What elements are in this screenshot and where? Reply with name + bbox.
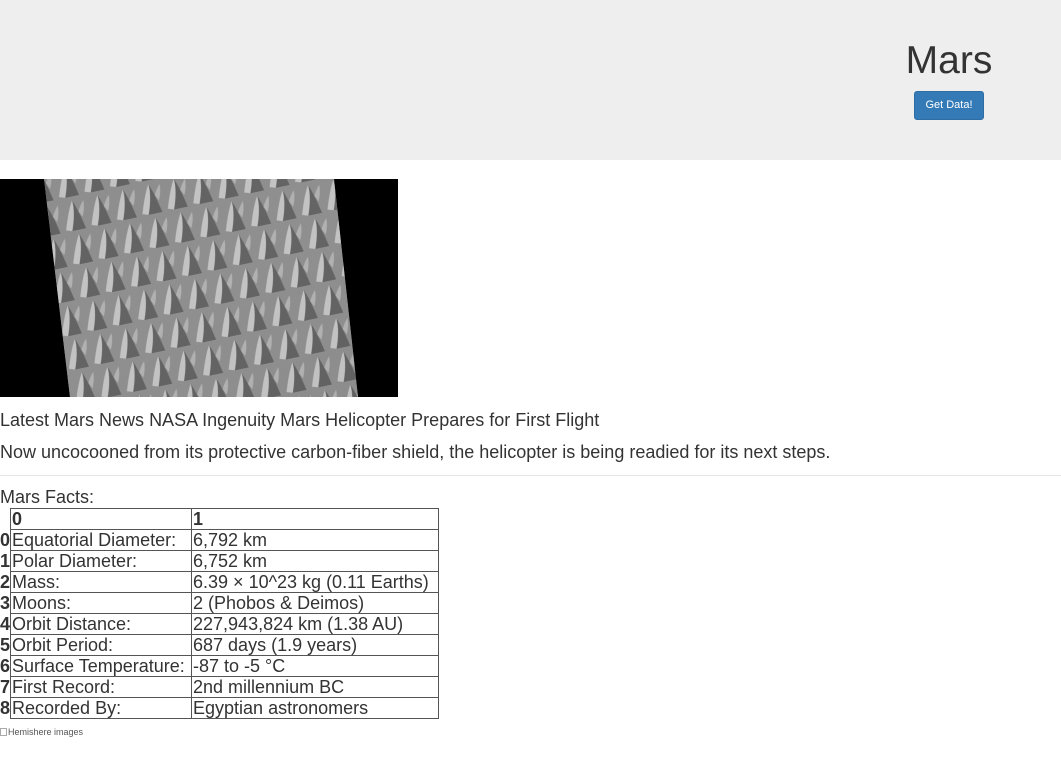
fact-value: 2nd millennium BC	[191, 676, 440, 698]
table-row: 6 Surface Temperature: -87 to -5 °C	[0, 655, 440, 677]
table-row: 7 First Record: 2nd millennium BC	[0, 676, 440, 698]
hemisphere-alt-text: Hemishere images	[8, 727, 84, 737]
news-line: Latest Mars News NASA Ingenuity Mars Hel…	[0, 408, 599, 432]
row-index: 6	[0, 655, 11, 677]
fact-label: Orbit Distance:	[10, 613, 193, 635]
fact-label: First Record:	[10, 676, 193, 698]
hemisphere-images: Hemishere images	[0, 726, 83, 738]
jumbotron-header: Mars Get Data!	[0, 0, 1061, 160]
mars-facts-table: 0 1 0 Equatorial Diameter: 6,792 km 1 Po…	[0, 508, 440, 719]
get-data-button[interactable]: Get Data!	[914, 91, 984, 120]
table-row: 8 Recorded By: Egyptian astronomers	[0, 697, 440, 719]
mars-surface-dunes-image	[0, 179, 398, 397]
fact-value: Egyptian astronomers	[191, 697, 440, 719]
row-index: 8	[0, 697, 11, 719]
row-index: 5	[0, 634, 11, 656]
fact-label: Orbit Period:	[10, 634, 193, 656]
fact-value: 6,752 km	[191, 550, 440, 572]
table-row: 0 Equatorial Diameter: 6,792 km	[0, 529, 440, 551]
index-header-cell	[0, 509, 11, 530]
row-index: 0	[0, 529, 11, 551]
fact-label: Recorded By:	[10, 697, 193, 719]
fact-label: Equatorial Diameter:	[10, 529, 193, 551]
fact-value: 687 days (1.9 years)	[191, 634, 440, 656]
column-header: 1	[191, 508, 440, 530]
news-teaser: Now uncocooned from its protective carbo…	[0, 442, 831, 462]
table-header-row: 0 1	[0, 508, 440, 530]
row-index: 7	[0, 676, 11, 698]
fact-value: -87 to -5 °C	[191, 655, 440, 677]
fact-label: Surface Temperature:	[10, 655, 193, 677]
section-divider	[0, 475, 1061, 476]
page-title: Mars	[905, 39, 993, 82]
featured-mars-image	[0, 179, 398, 397]
row-index: 4	[0, 613, 11, 635]
table-row: 1 Polar Diameter: 6,752 km	[0, 550, 440, 572]
fact-value: 227,943,824 km (1.38 AU)	[191, 613, 440, 635]
fact-label: Polar Diameter:	[10, 550, 193, 572]
row-index: 2	[0, 571, 11, 593]
news-title: NASA Ingenuity Mars Helicopter Prepares …	[149, 410, 600, 430]
row-index: 1	[0, 550, 11, 572]
fact-value: 6,792 km	[191, 529, 440, 551]
fact-label: Moons:	[10, 592, 193, 614]
row-index: 3	[0, 592, 11, 614]
table-row: 5 Orbit Period: 687 days (1.9 years)	[0, 634, 440, 656]
broken-image-icon	[0, 728, 7, 736]
fact-value: 2 (Phobos & Deimos)	[191, 592, 440, 614]
table-row: 3 Moons: 2 (Phobos & Deimos)	[0, 592, 440, 614]
facts-caption: Mars Facts:	[0, 487, 95, 507]
fact-value: 6.39 × 10^23 kg (0.11 Earths)	[191, 571, 440, 593]
fact-label: Mass:	[10, 571, 193, 593]
news-heading: Latest Mars News	[0, 410, 145, 430]
table-row: 2 Mass: 6.39 × 10^23 kg (0.11 Earths)	[0, 571, 440, 593]
table-row: 4 Orbit Distance: 227,943,824 km (1.38 A…	[0, 613, 440, 635]
column-header: 0	[10, 508, 193, 530]
